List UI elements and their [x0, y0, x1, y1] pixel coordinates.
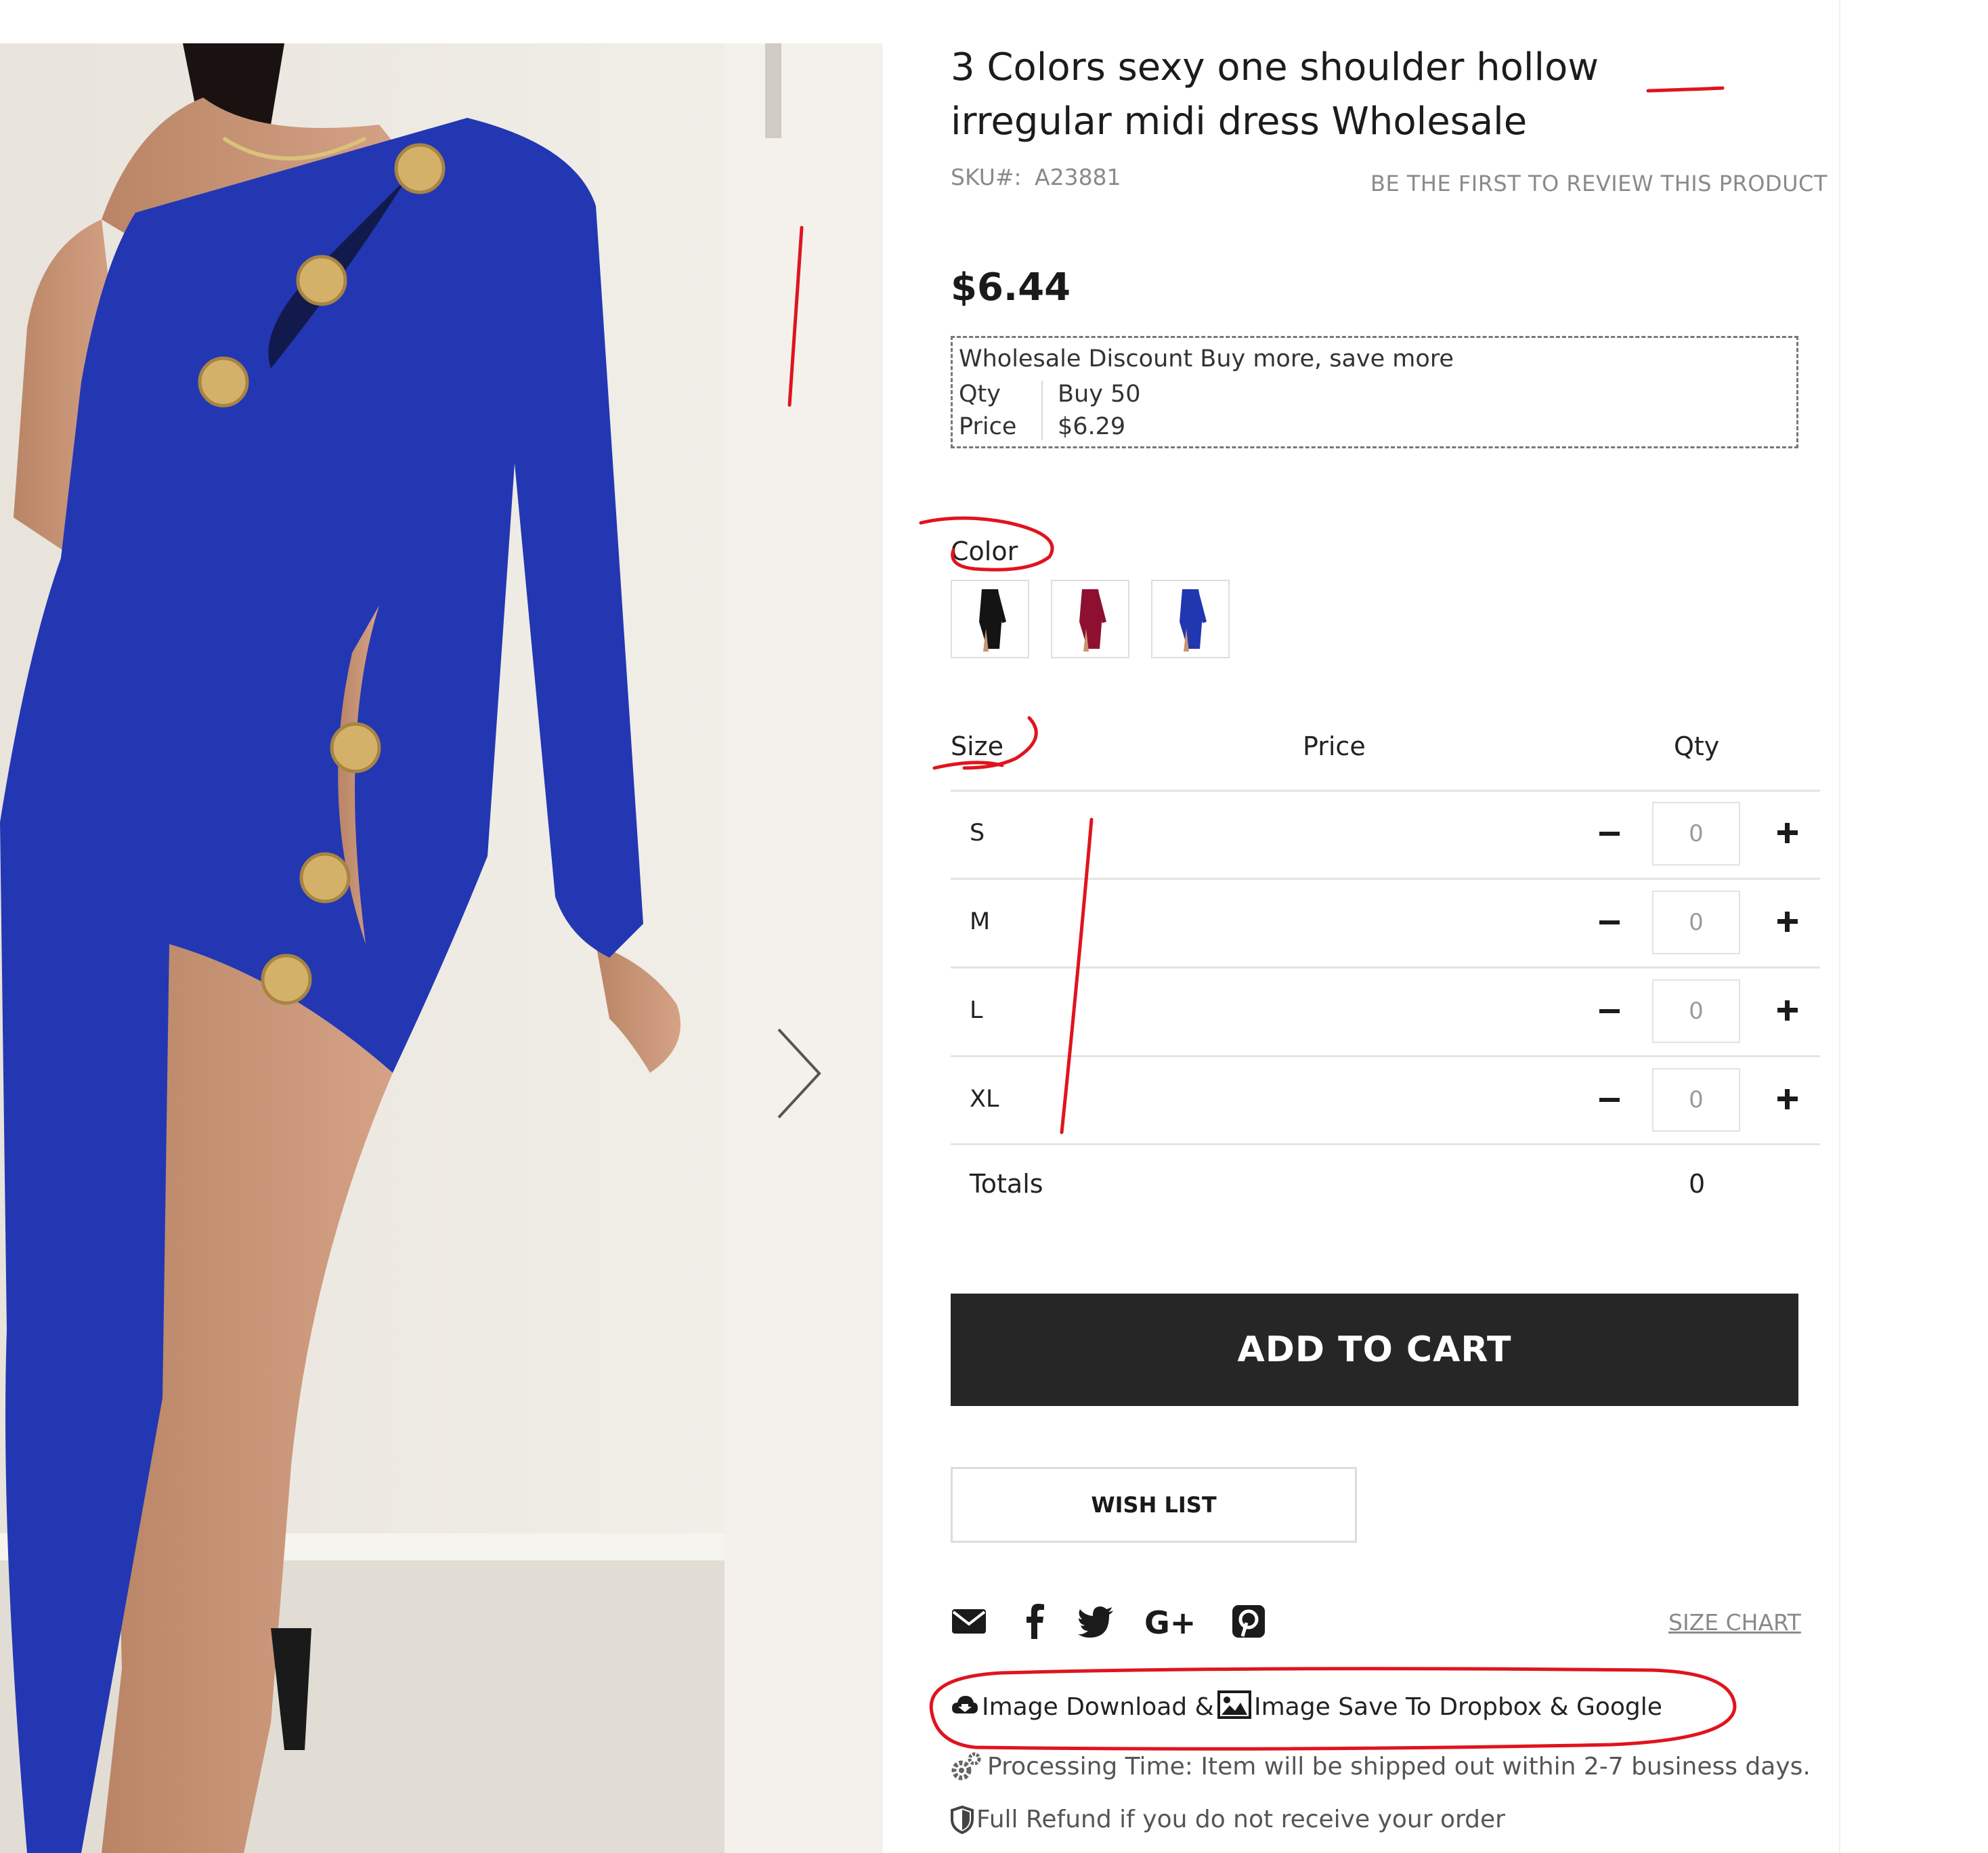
color-label: Color	[951, 536, 1018, 566]
add-to-cart-button[interactable]: ADD TO CART	[951, 1294, 1798, 1406]
table-divider	[951, 1055, 1820, 1057]
full-refund-text: Full Refund if you do not receive your o…	[976, 1806, 1505, 1833]
totals-label: Totals	[970, 1169, 1043, 1199]
qty-input-m[interactable]	[1652, 891, 1740, 954]
color-swatch-red[interactable]	[1051, 580, 1129, 658]
size-chart-link[interactable]: SIZE CHART	[1668, 1609, 1801, 1636]
qty-column-header: Qty	[1674, 731, 1720, 761]
pinterest-icon[interactable]	[1230, 1602, 1268, 1640]
table-divider	[951, 790, 1820, 792]
wholesale-price-value: $6.29	[1058, 413, 1126, 440]
first-review-link[interactable]: BE THE FIRST TO REVIEW THIS PRODUCT	[1370, 171, 1828, 196]
dress-thumbnail-blue	[1180, 589, 1207, 652]
wholesale-title: Wholesale Discount Buy more, save more	[959, 345, 1454, 372]
size-row-label-xl: XL	[970, 1086, 999, 1113]
decrease-qty-button[interactable]	[1591, 813, 1629, 853]
dress-thumbnail-red	[1079, 589, 1106, 652]
cloud-download-icon[interactable]	[951, 1690, 979, 1719]
wish-list-button[interactable]: WISH LIST	[951, 1467, 1357, 1543]
decrease-qty-button[interactable]	[1591, 901, 1629, 942]
decrease-qty-button[interactable]	[1591, 1079, 1629, 1120]
google-plus-icon[interactable]: G+	[1144, 1602, 1198, 1640]
size-column-header: Size	[951, 731, 1004, 761]
sku-label: SKU#:	[951, 164, 1022, 190]
increase-qty-button[interactable]	[1769, 901, 1807, 942]
wholesale-separator	[1041, 381, 1043, 440]
shield-icon	[951, 1806, 974, 1834]
gears-icon	[951, 1752, 981, 1781]
increase-qty-button[interactable]	[1769, 1079, 1807, 1120]
image-icon[interactable]	[1217, 1690, 1251, 1719]
svg-text:G+: G+	[1144, 1604, 1196, 1640]
image-download-link[interactable]: Image Download &	[982, 1693, 1214, 1721]
totals-value: 0	[1689, 1169, 1706, 1199]
hanging-ornament	[765, 43, 781, 138]
qty-input-s[interactable]	[1652, 802, 1740, 866]
table-divider	[951, 878, 1820, 880]
wholesale-price-label: Price	[959, 413, 1017, 440]
size-row-label-l: L	[970, 997, 983, 1024]
size-row-label-s: S	[970, 819, 985, 847]
facebook-icon[interactable]	[1017, 1602, 1055, 1640]
wholesale-qty-value: Buy 50	[1058, 381, 1141, 408]
product-photo	[0, 43, 725, 1853]
image-save-dropbox-link[interactable]: Image Save To Dropbox & Google	[1254, 1693, 1662, 1721]
decrease-qty-button[interactable]	[1591, 990, 1629, 1031]
increase-qty-button[interactable]	[1769, 813, 1807, 853]
product-gallery	[0, 43, 883, 1853]
color-swatch-blue[interactable]	[1151, 580, 1230, 658]
product-price: $6.44	[951, 265, 1071, 310]
twitter-icon[interactable]	[1077, 1602, 1115, 1640]
panel-divider	[1839, 0, 1840, 1853]
product-title: 3 Colors sexy one shoulder hollow irregu…	[951, 45, 1599, 144]
qty-input-l[interactable]	[1652, 979, 1740, 1043]
wholesale-qty-label: Qty	[959, 381, 1001, 408]
color-swatch-black[interactable]	[951, 580, 1029, 658]
email-icon[interactable]	[951, 1602, 989, 1640]
table-divider	[951, 1143, 1820, 1145]
chevron-right-icon[interactable]	[772, 1023, 826, 1124]
table-divider	[951, 966, 1820, 968]
next-image-preview[interactable]	[725, 43, 883, 1853]
price-column-header: Price	[1303, 731, 1366, 761]
qty-input-xl[interactable]	[1652, 1068, 1740, 1132]
increase-qty-button[interactable]	[1769, 990, 1807, 1031]
size-row-label-m: M	[970, 908, 991, 935]
dress-thumbnail-black	[979, 589, 1006, 652]
sku-value: A23881	[1035, 164, 1121, 190]
processing-time-text: Processing Time: Item will be shipped ou…	[987, 1753, 1811, 1781]
